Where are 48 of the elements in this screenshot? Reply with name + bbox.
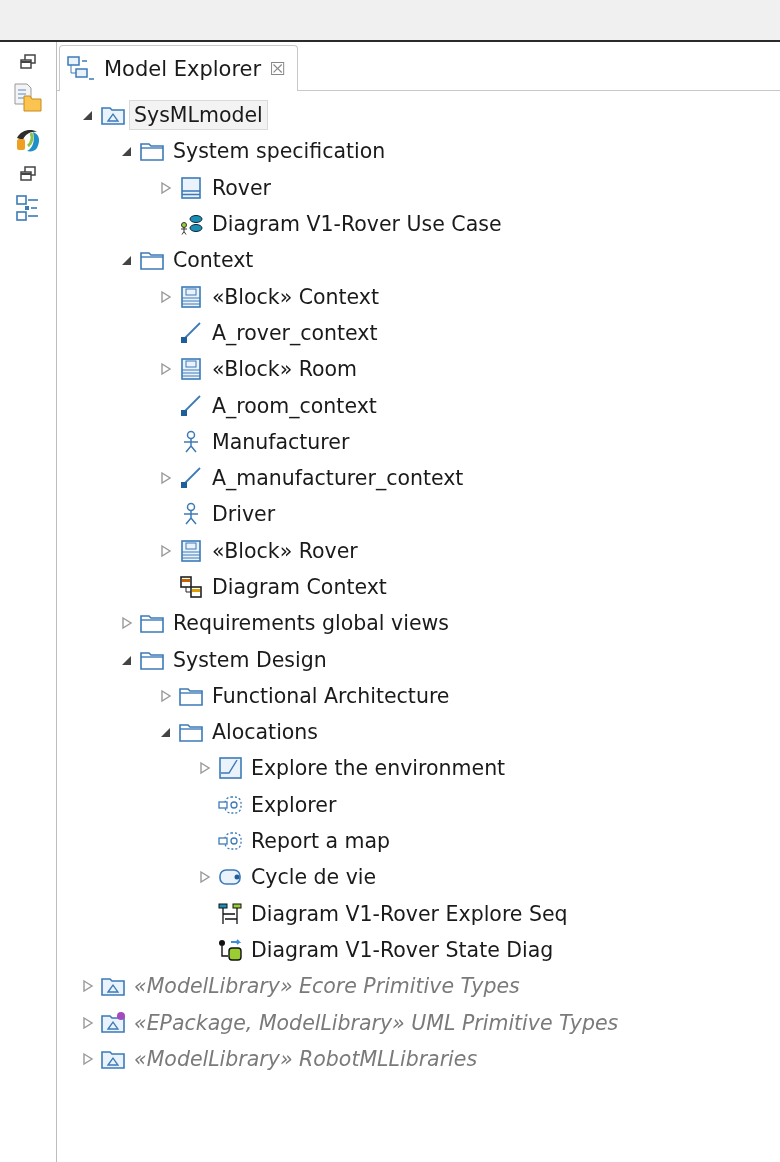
sequence-diagram-icon — [217, 901, 243, 926]
tree-item[interactable]: «Block» Rover — [207, 535, 363, 566]
activity-icon — [217, 756, 243, 781]
tree-item[interactable]: Cycle de vie — [246, 862, 382, 893]
tree-item[interactable]: «ModelLibrary» RobotMLLibraries — [129, 1043, 483, 1074]
tree-view-icon — [66, 54, 96, 83]
tree-item[interactable]: Diagram V1-Rover State Diag — [246, 934, 559, 965]
tree-item[interactable]: Rover — [207, 172, 277, 203]
tree-item[interactable]: A_rover_context — [207, 317, 383, 348]
tree-item[interactable]: Requirements global views — [168, 608, 454, 639]
tree-item[interactable]: «Block» Room — [207, 354, 363, 385]
tree-item[interactable]: Report a map — [246, 826, 396, 857]
tree-item[interactable]: SysMLmodel — [129, 100, 268, 131]
tree-item[interactable]: System Design — [168, 644, 332, 675]
state-diagram-icon — [217, 937, 243, 962]
tree-item[interactable]: «ModelLibrary» Ecore Primitive Types — [129, 971, 525, 1002]
tab-title: Model Explorer — [104, 56, 262, 81]
block-icon — [178, 538, 204, 563]
association-icon — [178, 393, 204, 418]
tree-item[interactable]: Explorer — [246, 789, 342, 820]
tree-item[interactable]: Explore the environment — [246, 753, 511, 784]
tree-item[interactable]: Driver — [207, 499, 281, 530]
association-icon — [178, 320, 204, 345]
outline-icon[interactable] — [15, 194, 41, 222]
association-icon — [178, 466, 204, 491]
restore-icon[interactable] — [20, 166, 36, 182]
tree-item[interactable]: «EPackage, ModelLibrary» UML Primitive Types — [129, 1007, 624, 1038]
use-case-diagram-icon — [178, 212, 204, 237]
tree-item[interactable]: Manufacturer — [207, 426, 355, 457]
tree-item[interactable]: A_manufacturer_context — [207, 463, 469, 494]
tree-item[interactable]: «Block» Context — [207, 281, 384, 312]
tree-item[interactable]: A_room_context — [207, 390, 382, 421]
files-folder-icon[interactable] — [13, 82, 43, 112]
tree-item[interactable]: System specification — [168, 136, 391, 167]
block-icon — [178, 357, 204, 382]
close-button[interactable]: ☒ — [269, 58, 286, 79]
tree-item[interactable]: Context — [168, 245, 259, 276]
tree-item[interactable]: Diagram Context — [207, 572, 392, 602]
tree-item[interactable]: Alocations — [207, 717, 324, 748]
block-icon — [178, 175, 204, 200]
restore-icon[interactable] — [20, 54, 36, 70]
package-icon — [100, 1010, 126, 1035]
block-diagram-icon — [178, 575, 204, 599]
model-explorer-tab[interactable]: Model Explorer ☒ — [59, 45, 299, 91]
block-icon — [178, 284, 204, 309]
tree-item[interactable]: Diagram V1-Rover Explore Seq — [246, 898, 573, 929]
tree-item[interactable]: Functional Architecture — [207, 680, 455, 711]
tree-item[interactable]: Diagram V1-Rover Use Case — [207, 209, 507, 240]
